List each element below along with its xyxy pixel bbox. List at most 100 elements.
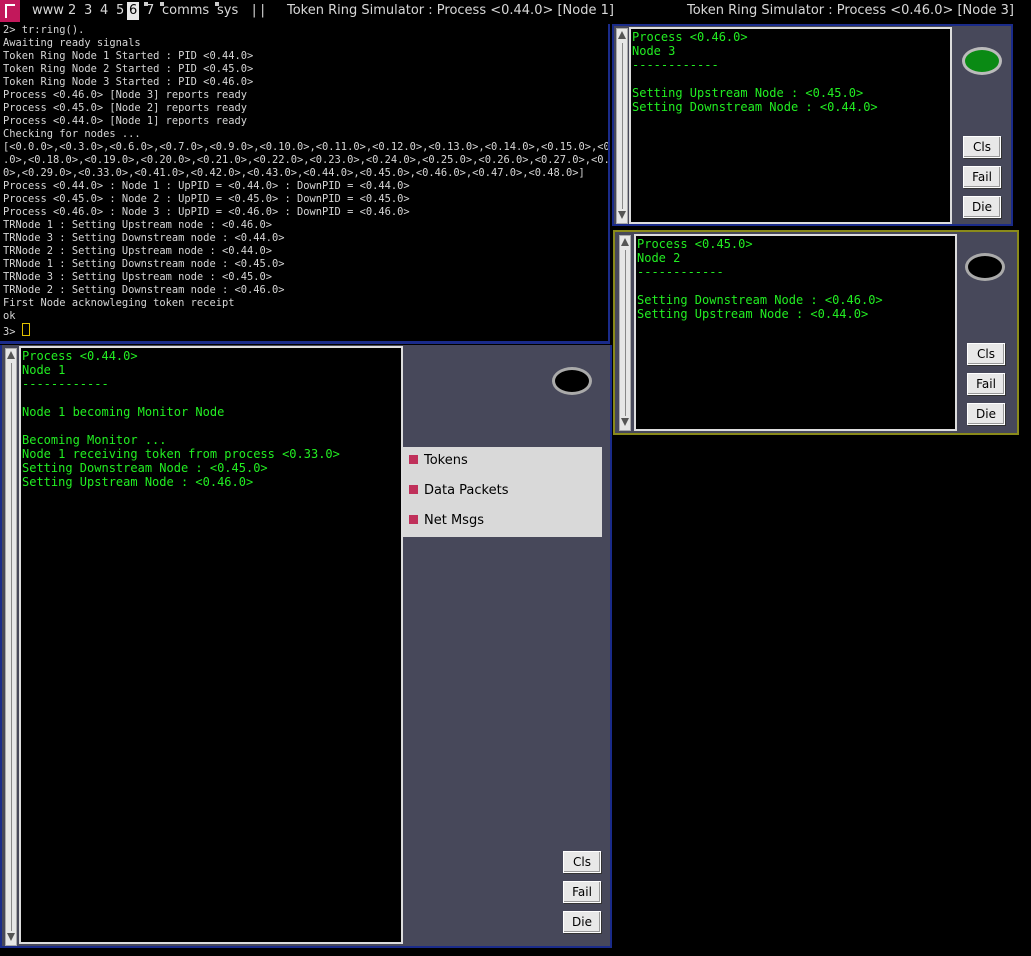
scroll-up-arrow-icon[interactable] <box>618 31 626 41</box>
terminal-line: Process <0.46.0> [Node 3] reports ready <box>3 89 247 101</box>
node1-fail-button[interactable]: Fail <box>563 881 601 903</box>
console-line: Setting Downstream Node : <0.44.0> <box>632 100 878 114</box>
terminal-line: Process <0.45.0> [Node 2] reports ready <box>3 102 247 114</box>
workspace-indicator-icon <box>215 2 219 6</box>
node1-window: Process <0.44.0> Node 1 ------------ Node 1… <box>0 345 612 948</box>
separator: | | <box>252 3 265 18</box>
terminal-line: First Node acknowleging token receipt <box>3 297 235 309</box>
console-line: Setting Upstream Node : <0.44.0> <box>637 307 869 321</box>
node3-fail-button[interactable]: Fail <box>963 166 1001 188</box>
node3-status-led-icon <box>962 47 1002 75</box>
legend-item-net-msgs: Net Msgs <box>409 511 484 531</box>
scroll-down-arrow-icon[interactable] <box>618 211 626 221</box>
node2-fail-button[interactable]: Fail <box>967 373 1005 395</box>
console-line: Setting Upstream Node : <0.46.0> <box>22 475 254 489</box>
workspace-7[interactable]: 7 <box>144 2 156 20</box>
terminal-line: Process <0.45.0> : Node 2 : UpPID = <0.4… <box>3 193 410 205</box>
workspace-5[interactable]: 5 <box>114 2 126 20</box>
legend-swatch-icon <box>409 485 418 494</box>
workspace-sys[interactable]: sys <box>215 2 240 20</box>
workspace-comms[interactable]: comms <box>160 2 211 20</box>
node3-die-button[interactable]: Die <box>963 196 1001 218</box>
console-line: Setting Upstream Node : <0.45.0> <box>632 86 864 100</box>
console-line: Node 1 becoming Monitor Node <box>22 405 225 419</box>
node2-window: Process <0.45.0> Node 2 ------------ Settin… <box>613 230 1019 435</box>
console-line: Becoming Monitor ... <box>22 433 167 447</box>
terminal-output: 2> tr:ring(). Awaiting ready signals Token… <box>3 24 608 323</box>
terminal-line: Token Ring Node 3 Started : PID <0.46.0> <box>3 76 254 88</box>
workspace-www[interactable]: www <box>30 2 66 20</box>
scroll-down-arrow-icon[interactable] <box>7 933 15 943</box>
window-manager-logo-icon[interactable] <box>0 0 20 22</box>
scroll-track[interactable] <box>625 250 626 416</box>
terminal-line: Token Ring Node 2 Started : PID <0.45.0> <box>3 63 254 75</box>
workspace-3[interactable]: 3 <box>82 2 94 20</box>
terminal-line: [<0.0.0>,<0.3.0>,<0.6.0>,<0.7.0>,<0.9.0>… <box>3 141 610 153</box>
workspace-indicator-icon <box>160 2 164 6</box>
console-line: Setting Downstream Node : <0.45.0> <box>22 461 268 475</box>
scroll-up-arrow-icon[interactable] <box>7 351 15 361</box>
terminal-line: TRNode 1 : Setting Downstream node : <0.… <box>3 258 285 270</box>
node1-die-button[interactable]: Die <box>563 911 601 933</box>
scroll-up-arrow-icon[interactable] <box>621 238 629 248</box>
terminal-line: Awaiting ready signals <box>3 37 141 49</box>
node3-console-scrollbar[interactable] <box>616 28 628 224</box>
terminal-line: 2> tr:ring(). <box>3 24 85 36</box>
console-line: ------------ <box>632 58 719 72</box>
node2-console-scrollbar[interactable] <box>619 235 631 431</box>
console-line: Node 1 receiving token from process <0.3… <box>22 447 340 461</box>
status-bar: www 2 3 4 5 6 7 comms sys | | Token Ring… <box>0 0 1031 22</box>
terminal-line: TRNode 1 : Setting Upstream node : <0.46… <box>3 219 272 231</box>
legend-item-tokens: Tokens <box>409 451 468 471</box>
terminal-line: Checking for nodes ... <box>3 128 141 140</box>
node1-console[interactable]: Process <0.44.0> Node 1 ------------ Node 1… <box>19 346 403 944</box>
terminal-line: ok <box>3 310 16 322</box>
node1-status-led-icon <box>552 367 592 395</box>
console-line: Process <0.46.0> <box>632 30 748 44</box>
console-line: ------------ <box>637 265 724 279</box>
workspace-4[interactable]: 4 <box>98 2 110 20</box>
scroll-track[interactable] <box>622 43 623 209</box>
node3-window: Process <0.46.0> Node 3 ------------ Settin… <box>612 24 1013 226</box>
workspace-2[interactable]: 2 <box>66 2 78 20</box>
console-line: Process <0.45.0> <box>637 237 753 251</box>
message-type-legend: Tokens Data Packets Net Msgs <box>403 447 602 537</box>
terminal-prompt-line[interactable]: 3> <box>3 323 608 339</box>
console-line: Node 2 <box>637 251 681 265</box>
terminal-line: TRNode 2 : Setting Downstream node : <0.… <box>3 284 285 296</box>
node2-console[interactable]: Process <0.45.0> Node 2 ------------ Settin… <box>634 234 957 431</box>
console-line: Process <0.44.0> <box>22 349 138 363</box>
window-title-node1[interactable]: Token Ring Simulator : Process <0.44.0> … <box>287 2 614 20</box>
console-line: ------------ <box>22 377 109 391</box>
scroll-down-arrow-icon[interactable] <box>621 418 629 428</box>
legend-swatch-icon <box>409 455 418 464</box>
console-line: Node 1 <box>22 363 66 377</box>
node3-console[interactable]: Process <0.46.0> Node 3 ------------ Settin… <box>629 27 952 224</box>
node2-status-led-icon <box>965 253 1005 281</box>
terminal-line: TRNode 3 : Setting Upstream node : <0.45… <box>3 271 272 283</box>
console-line: Node 3 <box>632 44 676 58</box>
workspace-6[interactable]: 6 <box>127 2 140 20</box>
node1-cls-button[interactable]: Cls <box>563 851 601 873</box>
node2-die-button[interactable]: Die <box>967 403 1005 425</box>
node2-cls-button[interactable]: Cls <box>967 343 1005 365</box>
text-cursor <box>21 323 30 336</box>
terminal-line: Process <0.46.0> : Node 3 : UpPID = <0.4… <box>3 206 410 218</box>
terminal-line: Process <0.44.0> [Node 1] reports ready <box>3 115 247 127</box>
terminal-line: Process <0.44.0> : Node 1 : UpPID = <0.4… <box>3 180 410 192</box>
node3-cls-button[interactable]: Cls <box>963 136 1001 158</box>
terminal-line: TRNode 3 : Setting Downstream node : <0.… <box>3 232 285 244</box>
workspace-indicator-icon <box>144 2 148 6</box>
terminal-line: .0>,<0.18.0>,<0.19.0>,<0.20.0>,<0.21.0>,… <box>3 154 610 166</box>
terminal-line: Token Ring Node 1 Started : PID <0.44.0> <box>3 50 254 62</box>
node1-console-scrollbar[interactable] <box>5 348 17 946</box>
legend-swatch-icon <box>409 515 418 524</box>
scroll-track[interactable] <box>11 363 12 931</box>
window-title-node3[interactable]: Token Ring Simulator : Process <0.46.0> … <box>687 2 1014 20</box>
terminal-line: 0>,<0.29.0>,<0.33.0>,<0.41.0>,<0.42.0>,<… <box>3 167 585 179</box>
erlang-shell-terminal[interactable]: 2> tr:ring(). Awaiting ready signals Token… <box>0 24 610 344</box>
